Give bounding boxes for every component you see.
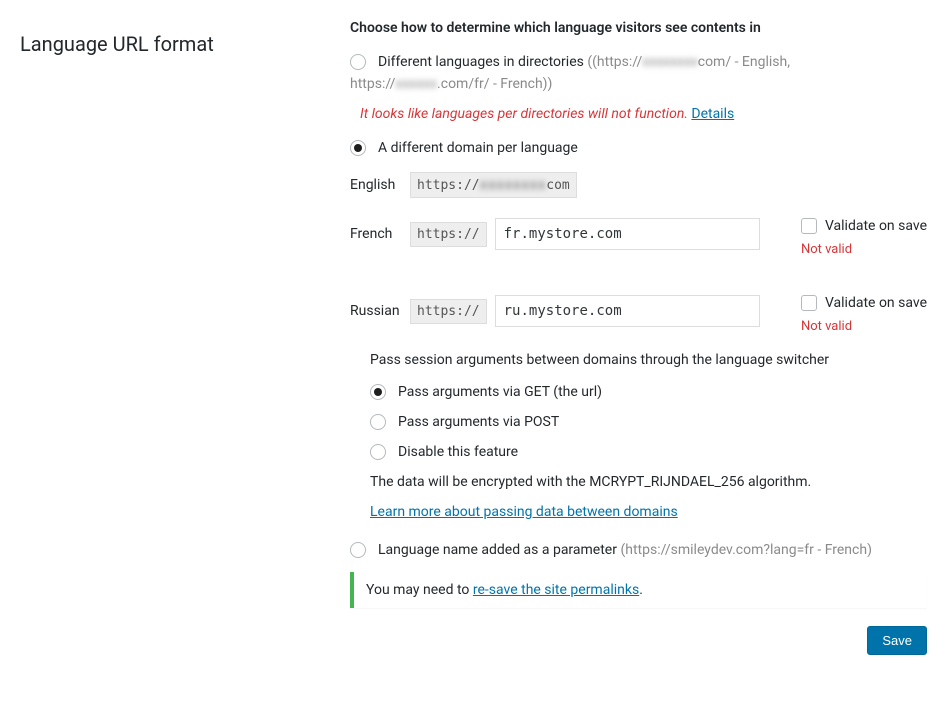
radio-directories[interactable] xyxy=(350,54,366,70)
encrypt-note: The data will be encrypted with the MCRY… xyxy=(370,474,927,490)
french-validate-label: Validate on save xyxy=(825,218,927,234)
section-heading: Choose how to determine which language v… xyxy=(350,20,927,36)
radio-parameter-label: Language name added as a parameter xyxy=(378,542,617,558)
directories-warning: It looks like languages per directories … xyxy=(360,106,927,122)
russian-status: Not valid xyxy=(801,319,927,334)
pass-heading: Pass session arguments between domains t… xyxy=(370,352,927,368)
directories-hint-part1: ((https://xxxxxxxxcom/ - English, xyxy=(587,54,790,70)
russian-domain-input[interactable] xyxy=(495,295,760,327)
french-domain-input[interactable] xyxy=(495,218,760,250)
radio-pass-disable-label: Disable this feature xyxy=(398,444,518,460)
radio-domain[interactable] xyxy=(350,140,366,156)
english-label: English xyxy=(350,177,402,193)
radio-pass-post[interactable] xyxy=(370,414,386,430)
warning-details-link[interactable]: Details xyxy=(691,106,734,122)
russian-validate-checkbox[interactable] xyxy=(801,295,817,311)
radio-pass-get[interactable] xyxy=(370,384,386,400)
radio-domain-label: A different domain per language xyxy=(378,140,578,156)
russian-validate-label: Validate on save xyxy=(825,295,927,311)
radio-pass-get-label: Pass arguments via GET (the url) xyxy=(398,384,602,400)
french-scheme: https:// xyxy=(410,222,487,247)
french-status: Not valid xyxy=(801,242,927,257)
radio-pass-disable[interactable] xyxy=(370,444,386,460)
french-validate-checkbox[interactable] xyxy=(801,218,817,234)
radio-pass-post-label: Pass arguments via POST xyxy=(398,414,559,430)
french-label: French xyxy=(350,226,402,242)
russian-scheme: https:// xyxy=(410,299,487,324)
directories-hint-part2: https://xxxxxx.com/fr/ - French)) xyxy=(350,76,927,92)
permalink-notice: You may need to re-save the site permali… xyxy=(350,572,927,608)
learn-more-link[interactable]: Learn more about passing data between do… xyxy=(370,504,678,520)
resave-permalinks-link[interactable]: re-save the site permalinks xyxy=(473,582,639,598)
parameter-hint: (https://smileydev.com?lang=fr - French) xyxy=(620,542,872,558)
radio-directories-label: Different languages in directories xyxy=(378,54,584,70)
section-title: Language URL format xyxy=(20,32,330,56)
save-button[interactable]: Save xyxy=(867,626,927,655)
radio-parameter[interactable] xyxy=(350,542,366,558)
russian-label: Russian xyxy=(350,303,402,319)
english-domain-display: https://xxxxxxxxcom xyxy=(410,172,577,198)
